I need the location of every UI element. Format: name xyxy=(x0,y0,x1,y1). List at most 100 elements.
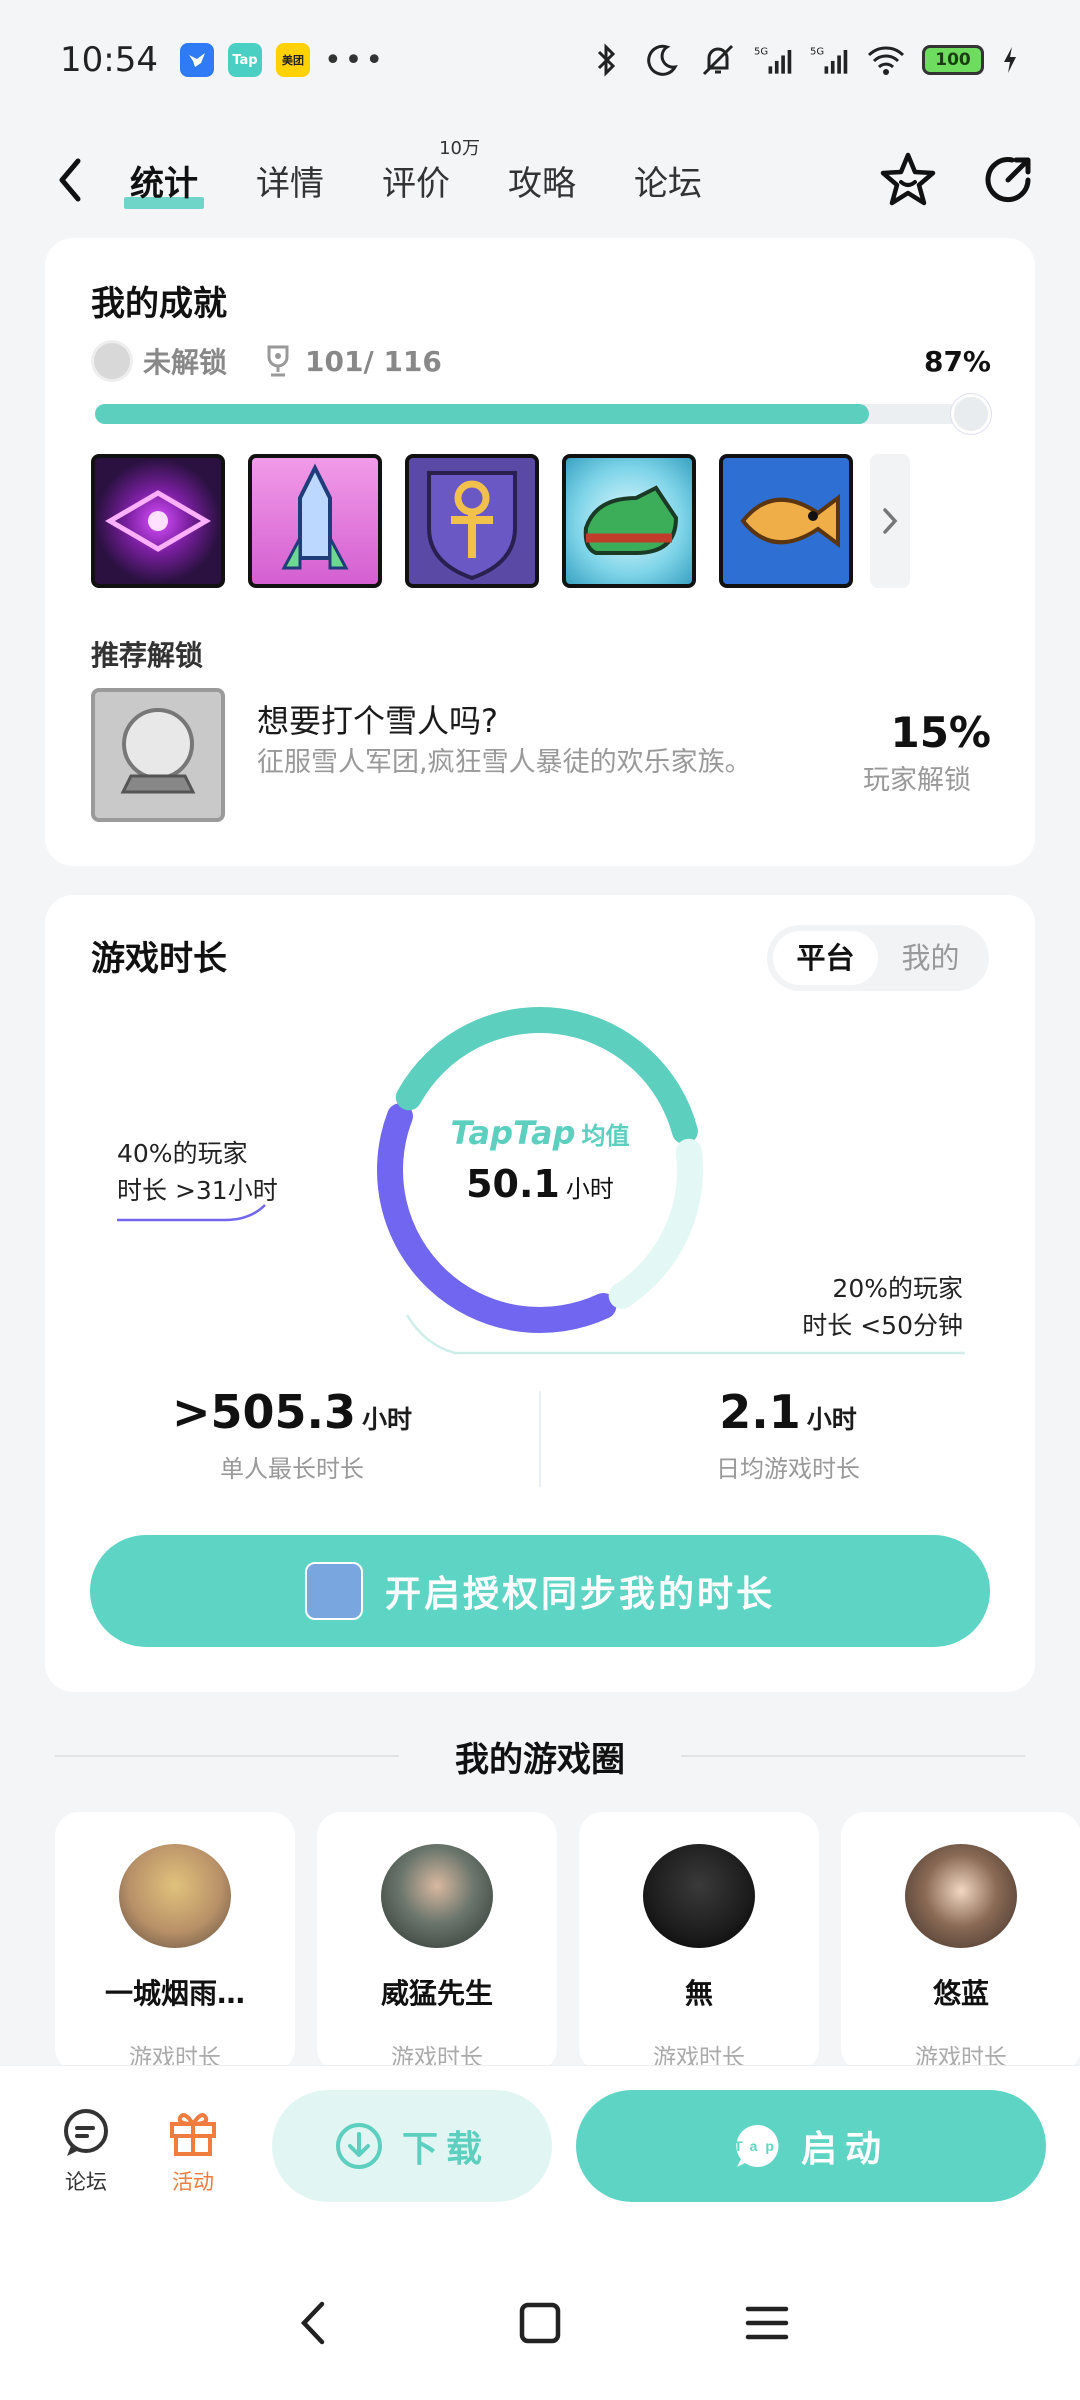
game-circle-header: 我的游戏圈 xyxy=(55,1726,1025,1786)
tap-logo-icon: Tap xyxy=(733,2121,783,2171)
achievement-badge-ankh[interactable] xyxy=(405,454,539,588)
stat-daily-value: 2.1 xyxy=(719,1385,801,1439)
divider-right xyxy=(681,1755,1025,1757)
boot-icon xyxy=(583,485,679,555)
avatar xyxy=(905,1844,1017,1948)
achievement-badge-eye[interactable] xyxy=(91,454,225,588)
ankh-shield-icon xyxy=(427,471,517,581)
svg-text:Tap: Tap xyxy=(734,2138,782,2154)
average-unit: 小时 xyxy=(565,1175,614,1203)
review-count-badge: 10万 xyxy=(439,137,480,159)
bluetooth-icon xyxy=(586,40,626,80)
tab-reviews[interactable]: 评价 10万 xyxy=(382,138,480,205)
friend-name: 威猛先生 xyxy=(380,1977,493,2010)
recommended-achievement[interactable]: 想要打个雪人吗? 征服雪人军团,疯狂雪人暴徒的欢乐家族。 15% 玩家解锁 xyxy=(91,688,991,828)
friend-name: 一城烟雨… xyxy=(104,1977,245,2010)
back-icon xyxy=(301,2301,325,2344)
friend-card[interactable]: 一城烟雨… 游戏时长 xyxy=(55,1812,295,2072)
game-circle-title: 我的游戏圈 xyxy=(455,1739,625,1780)
launch-label: 启动 xyxy=(800,2129,889,2170)
recommend-title: 想要打个雪人吗? xyxy=(257,702,498,740)
share-button[interactable] xyxy=(976,148,1040,212)
back-button[interactable] xyxy=(40,150,100,210)
battery-indicator: 100 xyxy=(922,45,984,75)
avatar xyxy=(119,1844,231,1948)
friend-name: 悠蓝 xyxy=(932,1977,989,2010)
status-bar: 10:54 Tap 美团 ••• 5G 5G 100 xyxy=(0,0,1080,120)
svg-text:5G: 5G xyxy=(810,47,824,58)
play-time-title: 游戏时长 xyxy=(91,939,227,979)
friend-name: 無 xyxy=(684,1977,713,2010)
play-time-card: 游戏时长 平台 我的 40%的玩家 时长 >31小时 20%的玩家 时长 <50… xyxy=(45,895,1035,1692)
signal-5g-icon-2: 5G xyxy=(810,40,850,80)
play-time-donut: TapTap 均值 50.1 小时 xyxy=(370,1000,710,1340)
segment-platform[interactable]: 平台 xyxy=(773,931,878,985)
menu-icon xyxy=(745,2306,788,2339)
charging-icon xyxy=(1000,40,1020,80)
right-callout-line-2: 时长 <50分钟 xyxy=(802,1311,963,1340)
wifi-icon xyxy=(866,40,906,80)
mute-bell-icon xyxy=(698,40,738,80)
friend-card[interactable]: 威猛先生 游戏时长 xyxy=(317,1812,557,2072)
activity-button[interactable]: 活动 xyxy=(153,2106,233,2196)
download-icon xyxy=(334,2121,384,2171)
segment-mine[interactable]: 我的 xyxy=(878,931,983,985)
recommend-unlock-percent: 15% xyxy=(890,708,991,757)
taptap-bird-icon xyxy=(179,43,214,77)
stat-max-label: 单人最长时长 xyxy=(220,1455,364,1483)
locked-label: 未解锁 xyxy=(143,346,228,379)
avatar xyxy=(643,1844,755,1948)
signal-5g-icon: 5G xyxy=(754,40,794,80)
average-value: 50.1 小时 xyxy=(466,1162,614,1206)
launch-button[interactable]: Tap 启动 xyxy=(576,2090,1046,2202)
tab-forum[interactable]: 论坛 xyxy=(634,156,702,205)
taptap-logo: TapTap 均值 xyxy=(450,1114,629,1152)
share-icon xyxy=(985,157,1031,203)
average-number: 50.1 xyxy=(466,1162,560,1206)
moon-icon xyxy=(642,40,682,80)
favorite-button[interactable] xyxy=(876,148,940,212)
achievements-title: 我的成就 xyxy=(91,284,227,324)
taptap-brand: TapTap xyxy=(450,1114,576,1152)
achievement-badge-fish[interactable] xyxy=(719,454,853,588)
stat-daily-unit: 小时 xyxy=(806,1405,857,1434)
achievement-badges xyxy=(91,454,910,588)
achievement-badge-boot[interactable] xyxy=(562,454,696,588)
system-home-button[interactable] xyxy=(510,2293,570,2353)
snow-globe-icon xyxy=(91,688,225,822)
friend-card[interactable]: 悠蓝 游戏时长 xyxy=(841,1812,1080,2072)
download-button[interactable]: 下载 xyxy=(272,2090,552,2202)
stat-max-time: >505.3 小时 单人最长时长 xyxy=(45,1385,539,1495)
svg-text:5G: 5G xyxy=(754,47,768,58)
achievements-card: 我的成就 未解锁 101/ 116 87% 推荐解锁 想要打个雪人吗? 征服雪人… xyxy=(45,238,1035,866)
progress-end-medal-icon xyxy=(951,394,991,434)
divider-left xyxy=(55,1755,399,1757)
recommend-description: 征服雪人军团,疯狂雪人暴徒的欢乐家族。 xyxy=(257,747,752,778)
friends-list: 一城烟雨… 游戏时长 威猛先生 游戏时长 無 游戏时长 悠蓝 游戏时长 xyxy=(55,1812,1080,2072)
game-thumbnail-icon xyxy=(304,1562,363,1620)
back-arrow-icon xyxy=(59,158,81,202)
rocket-icon xyxy=(281,463,349,570)
tab-guides[interactable]: 攻略 xyxy=(508,156,576,205)
tab-details[interactable]: 详情 xyxy=(256,156,324,205)
stat-daily-time: 2.1 小时 日均游戏时长 xyxy=(541,1385,1035,1495)
system-navigation xyxy=(0,2245,1080,2400)
system-back-button[interactable] xyxy=(283,2293,343,2353)
system-menu-button[interactable] xyxy=(737,2293,797,2353)
star-face-icon xyxy=(880,152,936,206)
stat-daily-label: 日均游戏时长 xyxy=(716,1455,860,1483)
meituan-icon: 美团 xyxy=(275,43,310,77)
friend-card[interactable]: 無 游戏时长 xyxy=(579,1812,819,2072)
left-callout: 40%的玩家 时长 >31小时 xyxy=(117,1135,278,1209)
forum-button[interactable]: 论坛 xyxy=(46,2106,126,2196)
more-notifications-icon: ••• xyxy=(323,42,387,78)
achievement-badge-rocket[interactable] xyxy=(248,454,382,588)
download-label: 下载 xyxy=(401,2129,490,2170)
forum-label: 论坛 xyxy=(65,2170,107,2194)
tab-stats[interactable]: 统计 xyxy=(124,156,204,209)
sync-playtime-button[interactable]: 开启授权同步我的时长 xyxy=(90,1535,990,1647)
top-nav: 统计 详情 评价 10万 攻略 论坛 xyxy=(0,120,1080,240)
sync-button-label: 开启授权同步我的时长 xyxy=(384,1574,775,1615)
chat-bubble-icon xyxy=(64,2109,108,2156)
more-achievements-button[interactable] xyxy=(870,454,910,588)
